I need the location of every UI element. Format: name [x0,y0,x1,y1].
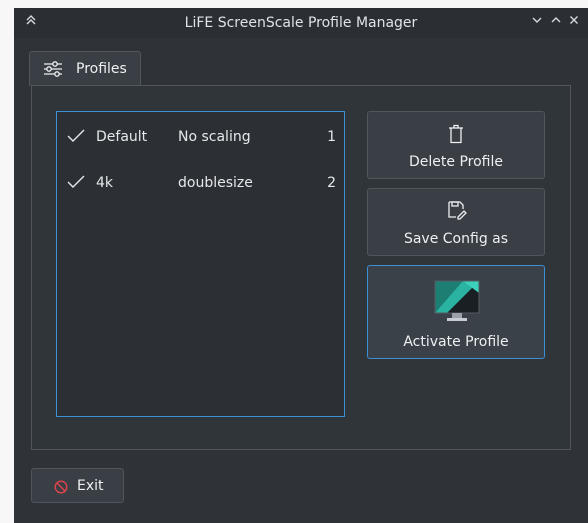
exit-button[interactable]: Exit [31,468,124,503]
check-icon[interactable] [66,174,86,190]
profile-name: Default [96,129,148,145]
tab-profiles[interactable]: Profiles [29,51,141,86]
check-icon[interactable] [66,128,86,144]
list-item[interactable]: Default No scaling 1 [57,124,344,152]
tab-profiles-label: Profiles [76,61,127,77]
save-as-icon [447,200,467,220]
close-icon[interactable] [568,13,580,33]
save-config-button[interactable]: Save Config as [367,188,545,256]
delete-profile-button[interactable]: Delete Profile [367,111,545,179]
profile-number: 1 [327,129,336,145]
profile-description: No scaling [178,129,251,145]
profile-list[interactable]: Default No scaling 1 4k doublesize 2 [56,111,345,417]
app-window: LiFE ScreenScale Profile Manager Profile… [14,8,588,523]
delete-profile-label: Delete Profile [409,154,503,170]
title-bar[interactable]: LiFE ScreenScale Profile Manager [14,8,588,38]
save-config-label: Save Config as [403,231,509,247]
profile-description: doublesize [178,175,253,191]
minimize-icon[interactable] [531,13,543,33]
monitor-icon [433,279,481,323]
list-item[interactable]: 4k doublesize 2 [57,170,344,198]
trash-icon [448,124,464,144]
window-title: LiFE ScreenScale Profile Manager [184,15,418,31]
activate-profile-button[interactable]: Activate Profile [367,265,545,359]
profile-name: 4k [96,175,114,191]
activate-profile-label: Activate Profile [403,334,509,350]
profile-number: 2 [327,175,336,191]
cancel-icon [54,479,68,494]
sliders-icon [43,60,63,78]
exit-label: Exit [77,478,104,494]
maximize-icon[interactable] [550,13,562,33]
